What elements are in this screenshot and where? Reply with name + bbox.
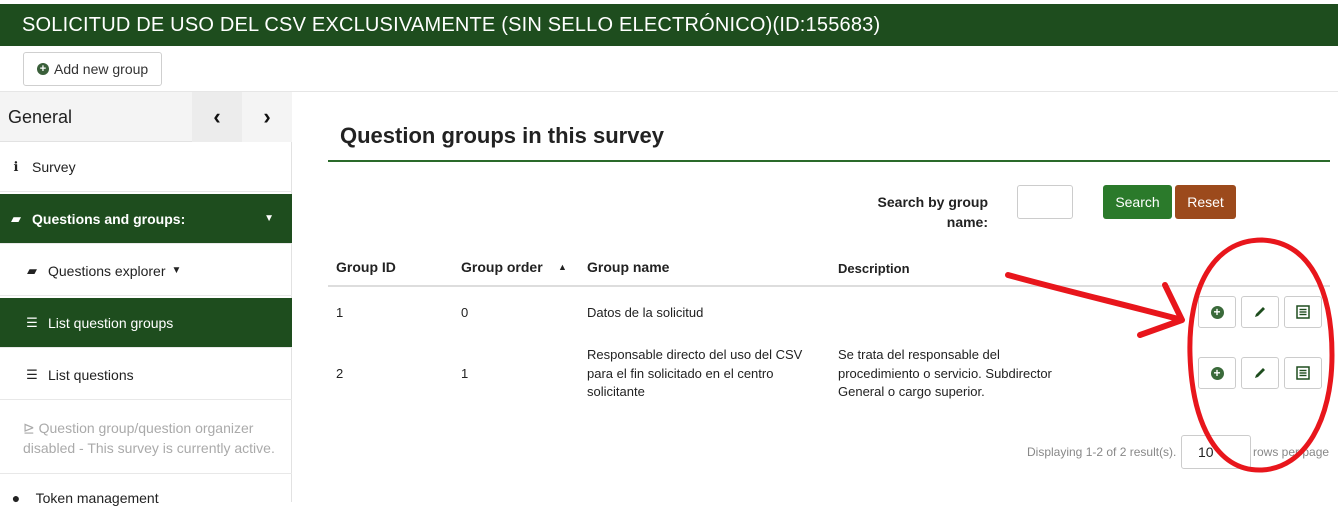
- cell-group-order: 0: [461, 305, 469, 320]
- reset-button[interactable]: Reset: [1175, 185, 1236, 219]
- search-label: Search by group name:: [877, 194, 988, 230]
- cell-description: Se trata del responsable del procedimien…: [838, 347, 1052, 399]
- search-button[interactable]: Search: [1103, 185, 1172, 219]
- results-summary: Displaying 1-2 of 2 result(s).: [1027, 445, 1177, 459]
- cell-group-id: 2: [336, 366, 344, 381]
- add-question-button[interactable]: +: [1198, 296, 1236, 328]
- organizer-note-text: Question group/question organizer disabl…: [23, 420, 275, 456]
- sidebar: General ‹ › ℹ Survey ▰ Questions and gro…: [0, 92, 292, 506]
- summary-icon: [1296, 305, 1310, 319]
- group-summary-button[interactable]: [1284, 296, 1322, 328]
- sidebar-title: General: [8, 107, 73, 127]
- sidebar-item-label: Survey: [32, 158, 76, 175]
- info-icon: ℹ: [13, 158, 19, 174]
- title-underline: [328, 160, 1330, 162]
- cell-group-id: 1: [336, 305, 344, 320]
- list-icon: ☰: [26, 314, 38, 330]
- toolbar: + Add new group: [0, 46, 1338, 92]
- divider: [0, 473, 292, 474]
- sidebar-item-survey[interactable]: ℹ Survey: [0, 142, 292, 192]
- cell-group-order: 1: [461, 366, 469, 381]
- sort-asc-icon[interactable]: ▲: [558, 262, 567, 272]
- add-question-icon: +: [1210, 305, 1224, 319]
- sidebar-item-label: Token management: [35, 490, 159, 506]
- column-header-group-order[interactable]: Group order: [461, 259, 543, 275]
- survey-title: SOLICITUD DE USO DEL CSV EXCLUSIVAMENTE …: [22, 14, 881, 36]
- folder-open-icon: ▰: [27, 262, 37, 278]
- organizer-icon: ⊵: [23, 420, 35, 436]
- list-icon: ☰: [26, 366, 38, 382]
- organizer-disabled-note: ⊵ Question group/question organizer disa…: [23, 418, 283, 458]
- edit-icon: [1255, 368, 1265, 378]
- edit-group-button[interactable]: [1241, 296, 1279, 328]
- cell-group-name: Datos de la solicitud: [587, 305, 704, 320]
- add-new-group-button[interactable]: + Add new group: [23, 52, 163, 86]
- search-input[interactable]: [1017, 185, 1073, 219]
- edit-icon: [1255, 307, 1265, 317]
- sidebar-item-token-management[interactable]: ● Token management: [8, 490, 159, 506]
- caret-down-icon: ▼: [171, 265, 182, 276]
- user-icon: ●: [11, 490, 21, 506]
- top-bar: SOLICITUD DE USO DEL CSV EXCLUSIVAMENTE …: [0, 4, 1338, 46]
- sidebar-item-label: List question groups: [48, 314, 174, 331]
- column-header-group-id[interactable]: Group ID: [336, 259, 396, 275]
- column-header-description[interactable]: Description: [838, 261, 910, 276]
- add-new-group-label: Add new group: [54, 61, 149, 77]
- summary-icon: [1296, 366, 1310, 380]
- sidebar-item-list-question-groups[interactable]: ☰ List question groups: [0, 298, 292, 348]
- chevron-right-icon[interactable]: ›: [242, 92, 292, 142]
- column-header-group-name[interactable]: Group name: [587, 259, 669, 275]
- group-summary-button[interactable]: [1284, 357, 1322, 389]
- caret-down-icon: ▼: [264, 213, 274, 224]
- folder-open-icon: ▰: [11, 210, 21, 226]
- sidebar-item-questions-and-groups[interactable]: ▰ Questions and groups: ▼: [0, 194, 292, 244]
- sidebar-item-label: List questions: [48, 366, 134, 383]
- sidebar-item-questions-explorer[interactable]: ▰ Questions explorer ▼: [0, 246, 292, 296]
- rows-per-page-label: rows per page: [1253, 445, 1330, 459]
- annotation-arrow: [1005, 272, 1185, 338]
- sidebar-item-list-questions[interactable]: ☰ List questions: [0, 350, 292, 400]
- sidebar-item-label: Questions explorer: [48, 262, 166, 279]
- chevron-left-icon[interactable]: ‹: [192, 92, 242, 142]
- add-question-button[interactable]: +: [1198, 357, 1236, 389]
- page-title: Question groups in this survey: [340, 123, 664, 148]
- page-size-select[interactable]: 10: [1181, 435, 1251, 469]
- plus-circle-icon: +: [37, 63, 49, 75]
- table-header-divider: [328, 285, 1330, 287]
- sidebar-header: General ‹ ›: [0, 92, 292, 142]
- edit-group-button[interactable]: [1241, 357, 1279, 389]
- sidebar-item-label: Questions and groups:: [32, 210, 186, 227]
- add-question-icon: +: [1210, 366, 1224, 380]
- cell-group-name: Responsable directo del uso del CSV para…: [587, 347, 803, 399]
